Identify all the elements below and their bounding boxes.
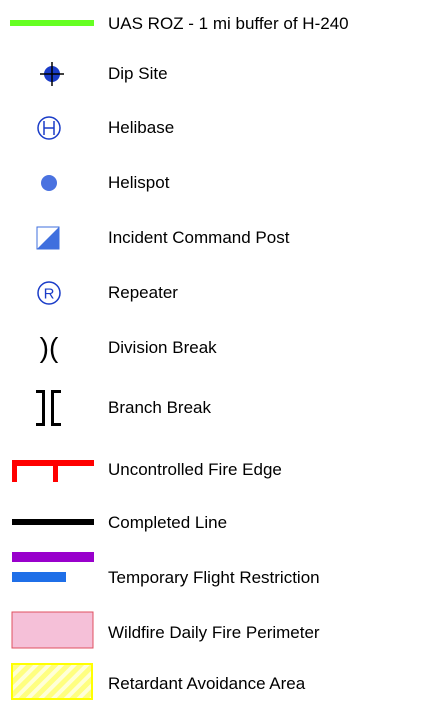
half-square-icon: [0, 214, 100, 262]
black-line-icon: [0, 499, 100, 547]
legend-label-branch-break: Branch Break: [108, 398, 211, 417]
map-legend: UAS ROZ - 1 mi buffer of H-240 Dip Site …: [0, 0, 425, 708]
pink-area-icon: [0, 609, 100, 657]
legend-item-retardant-avoidance: Retardant Avoidance Area: [0, 660, 425, 708]
legend-label-retardant-avoidance: Retardant Avoidance Area: [108, 674, 306, 693]
legend-item-tfr: Temporary Flight Restriction: [0, 552, 425, 602]
legend-label-icp: Incident Command Post: [108, 228, 290, 247]
branch-break-icon: [0, 384, 100, 432]
legend-item-completed-line: Completed Line: [0, 499, 425, 547]
blue-dot-icon: [0, 159, 100, 207]
legend-item-uncontrolled-fire-edge: Uncontrolled Fire Edge: [0, 446, 425, 494]
legend-item-helispot: Helispot: [0, 159, 425, 207]
legend-label-helibase: Helibase: [108, 118, 175, 137]
legend-label-division-break: Division Break: [108, 338, 217, 357]
legend-item-helibase: Helibase: [0, 104, 425, 152]
legend-label-tfr: Temporary Flight Restriction: [108, 568, 320, 587]
legend-item-division-break: )( Division Break: [0, 324, 425, 372]
crosshair-circle-icon: [0, 50, 100, 98]
legend-label-uas-roz: UAS ROZ - 1 mi buffer of H-240: [108, 14, 349, 33]
division-break-icon: )(: [0, 324, 100, 372]
circled-r-icon: R: [0, 269, 100, 317]
legend-label-dip-site: Dip Site: [108, 64, 168, 83]
legend-label-helispot: Helispot: [108, 173, 170, 192]
purple-blue-lines-icon: [0, 552, 100, 602]
legend-item-repeater: R Repeater: [0, 269, 425, 317]
yellow-hatched-area-icon: [0, 660, 100, 708]
green-line-icon: [0, 0, 100, 48]
legend-label-uncontrolled-fire-edge: Uncontrolled Fire Edge: [108, 460, 282, 479]
repeater-glyph: R: [44, 286, 55, 303]
legend-item-dip-site: Dip Site: [0, 50, 425, 98]
legend-item-branch-break: Branch Break: [0, 384, 425, 432]
red-hash-line-icon: [0, 446, 100, 494]
legend-item-fire-perimeter: Wildfire Daily Fire Perimeter: [0, 609, 425, 657]
legend-label-completed-line: Completed Line: [108, 513, 228, 532]
legend-label-fire-perimeter: Wildfire Daily Fire Perimeter: [108, 623, 320, 642]
division-break-glyph: )(: [40, 332, 59, 363]
legend-item-icp: Incident Command Post: [0, 214, 425, 262]
circled-h-icon: [0, 104, 100, 152]
legend-item-uas-roz: UAS ROZ - 1 mi buffer of H-240: [0, 0, 425, 48]
legend-label-repeater: Repeater: [108, 283, 178, 302]
